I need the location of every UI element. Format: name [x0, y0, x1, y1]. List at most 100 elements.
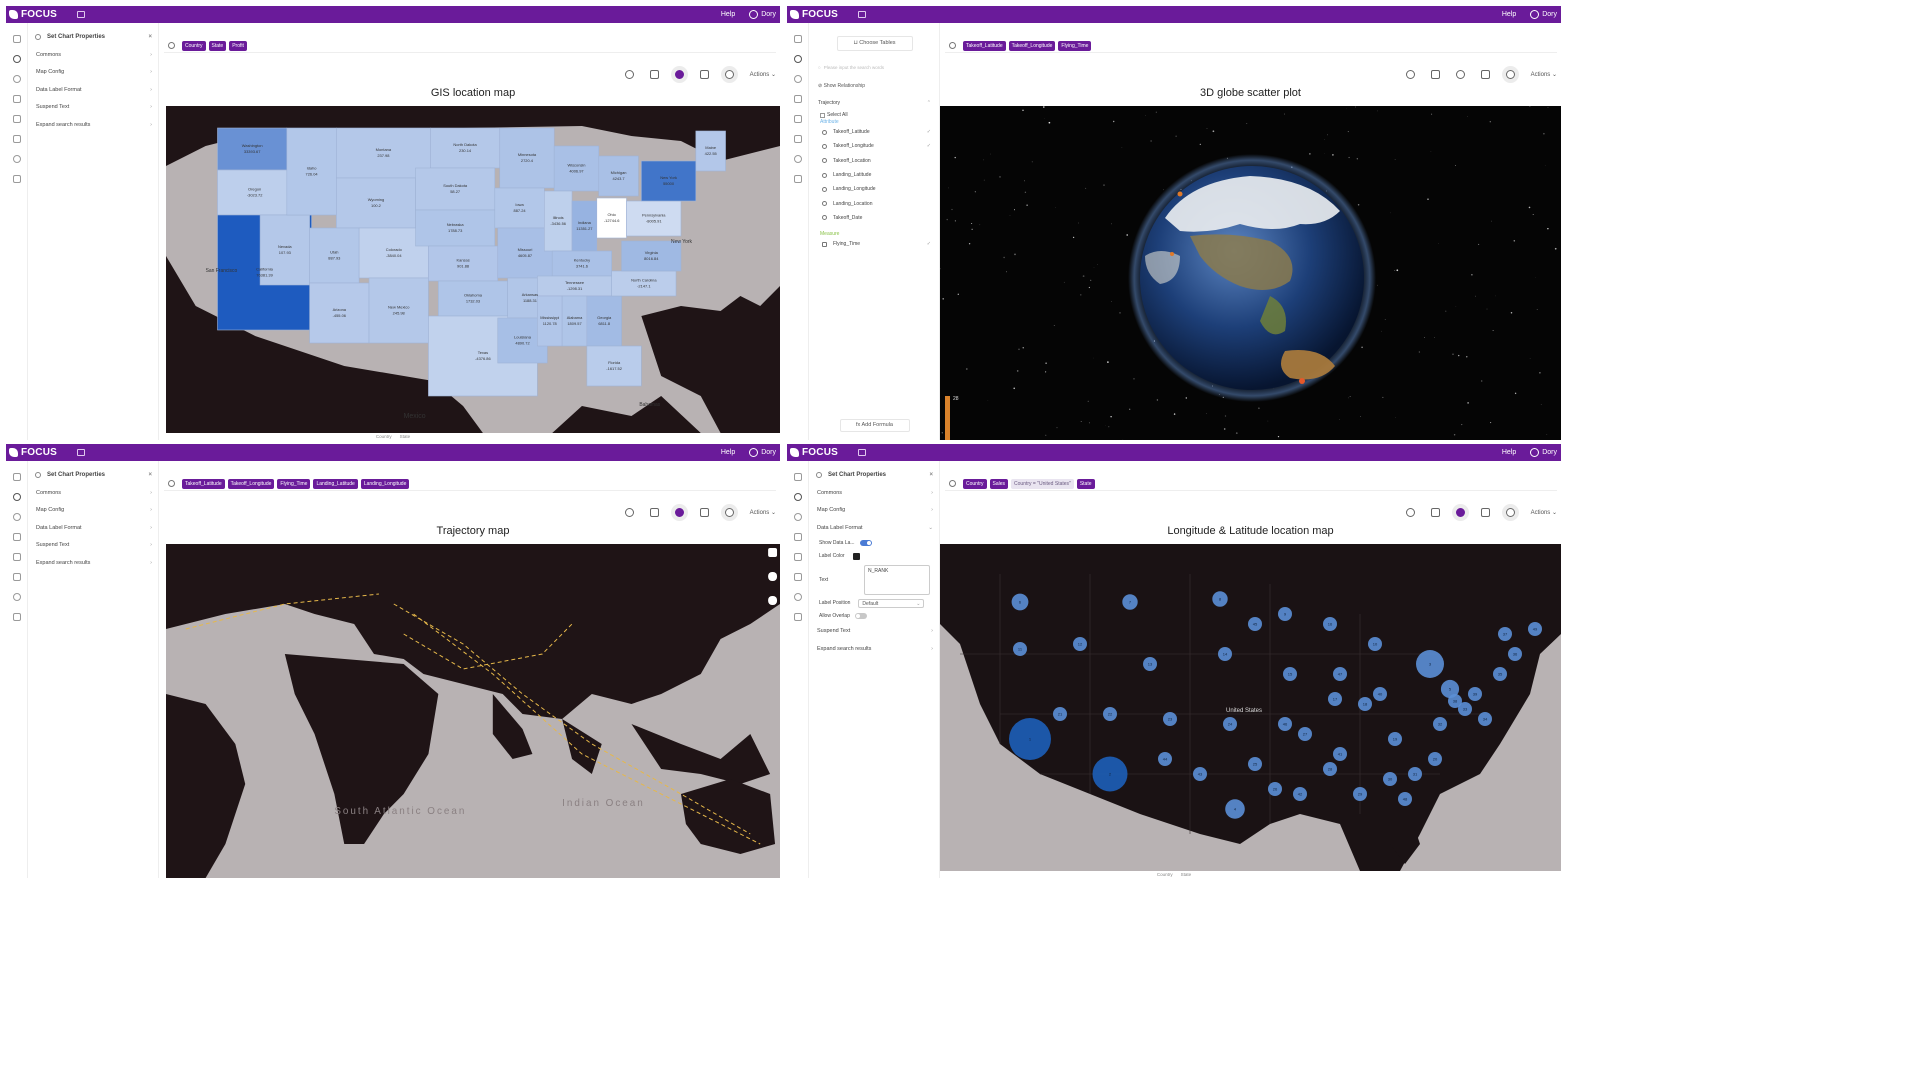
footer-dim[interactable]: Country [376, 434, 392, 439]
sidebar-item-map-config[interactable]: Map Config › [810, 502, 939, 520]
help-icon[interactable] [768, 596, 778, 605]
sidebar-item-suspend-text[interactable]: Suspend Text › [29, 99, 158, 117]
activity-icon[interactable] [12, 613, 21, 621]
user-menu[interactable]: Dory [749, 448, 776, 457]
sidebar-item-data-label-format[interactable]: Data Label Format › [29, 81, 158, 99]
comment-icon[interactable] [793, 135, 802, 143]
comment-icon[interactable] [12, 135, 21, 143]
footer-dim[interactable]: State [1181, 872, 1192, 877]
eye-icon[interactable] [12, 95, 21, 103]
scatter-point[interactable] [1299, 378, 1305, 384]
table-icon[interactable] [699, 508, 709, 517]
search-bar[interactable]: Country State Profit [164, 39, 776, 53]
footer-dim[interactable]: State [400, 434, 411, 439]
select-all-checkbox[interactable]: Select All [820, 112, 931, 118]
add-formula-button[interactable]: fx Add Formula [839, 419, 910, 432]
label-position-select[interactable]: Default ⌄ [858, 598, 925, 608]
comment-icon[interactable] [1405, 70, 1415, 79]
label-color-swatch[interactable] [852, 552, 860, 560]
gis-map[interactable]: Washington 33393.67 Oregon -3023.72 Californ… [166, 106, 780, 433]
comment-icon[interactable] [624, 508, 634, 517]
sidebar-item-commons[interactable]: Commons › [29, 484, 158, 502]
search-icon[interactable] [12, 55, 21, 63]
close-icon[interactable]: × [929, 472, 933, 478]
search-token[interactable]: Profit [229, 40, 247, 51]
workspace-icon[interactable] [858, 11, 866, 18]
user-menu[interactable]: Dory [1530, 10, 1557, 19]
gear-icon[interactable] [674, 70, 684, 79]
close-icon[interactable]: × [148, 472, 152, 478]
search-token[interactable]: Flying_Time [277, 478, 311, 489]
focus-logo[interactable]: FOCUS [9, 9, 57, 20]
table-icon[interactable] [1480, 70, 1490, 79]
footer-dim[interactable]: Country [1157, 872, 1173, 877]
sidebar-item-commons[interactable]: Commons › [29, 46, 158, 64]
user-icon[interactable] [12, 155, 21, 163]
eye-icon[interactable] [12, 533, 21, 541]
grid-icon[interactable] [793, 115, 802, 123]
field-item[interactable]: Flying_Time ✓ [822, 237, 931, 251]
home-icon[interactable] [12, 35, 21, 43]
sidebar-item-map-config[interactable]: Map Config › [29, 64, 158, 82]
search-token[interactable]: Flying_Time [1058, 40, 1092, 51]
search-token[interactable]: Sales [989, 478, 1009, 489]
field-search-input[interactable]: ○ Please input the search words [818, 63, 931, 72]
table-group[interactable]: Trajectory ⌃ [818, 100, 931, 106]
gear-icon[interactable] [1455, 508, 1465, 517]
scatter-point[interactable] [1170, 252, 1174, 256]
choose-tables-button[interactable]: ⊔ Choose Tables [836, 36, 913, 51]
grid-icon[interactable] [12, 115, 21, 123]
pin-icon[interactable] [649, 70, 659, 79]
gear-icon[interactable] [1455, 70, 1465, 79]
refresh-icon[interactable] [768, 572, 778, 581]
chart-switch-icon[interactable] [724, 508, 734, 517]
scatter-point[interactable] [1177, 191, 1183, 197]
home-icon[interactable] [793, 473, 802, 481]
gear-icon[interactable] [674, 508, 684, 517]
activity-icon[interactable] [12, 175, 21, 183]
sidebar-item-suspend-text[interactable]: Suspend Text › [810, 623, 939, 641]
grid-icon[interactable] [793, 553, 802, 561]
zoom-button[interactable] [768, 548, 778, 557]
home-icon[interactable] [793, 35, 802, 43]
actions-menu[interactable]: Actions ⌄ [750, 509, 776, 516]
workspace-icon[interactable] [858, 449, 866, 456]
allow-overlap-toggle[interactable] [854, 613, 867, 619]
search-icon[interactable] [12, 493, 21, 501]
grid-icon[interactable] [12, 553, 21, 561]
field-item[interactable]: Landing_Latitude [822, 168, 931, 182]
label-text-field[interactable]: N_RANK [864, 564, 930, 595]
search-token[interactable]: Takeoff_Longitude [1008, 40, 1056, 51]
show-relationship-link[interactable]: ⊘ Show Relationship [818, 83, 931, 89]
field-item[interactable]: Takeoff_Latitude ✓ [822, 125, 931, 139]
field-item[interactable]: Takeoff_Date [822, 211, 931, 225]
search-token[interactable]: State [1076, 478, 1095, 489]
field-item[interactable]: Landing_Location [822, 196, 931, 210]
user-icon[interactable] [793, 155, 802, 163]
comment-icon[interactable] [12, 573, 21, 581]
actions-menu[interactable]: Actions ⌄ [1531, 509, 1557, 516]
close-icon[interactable]: × [148, 34, 152, 40]
sidebar-item-expand-search[interactable]: Expand search results › [29, 554, 158, 572]
pin-icon[interactable] [1430, 508, 1440, 517]
comment-icon[interactable] [624, 70, 634, 79]
trajectory-map[interactable]: South Atlantic Ocean Indian Ocean [166, 544, 780, 878]
user-menu[interactable]: Dory [749, 10, 776, 19]
help-icon[interactable] [12, 75, 21, 83]
search-icon[interactable] [793, 55, 802, 63]
comment-icon[interactable] [1405, 508, 1415, 517]
show-data-label-toggle[interactable] [859, 540, 872, 546]
search-token[interactable]: Country [182, 40, 206, 51]
comment-icon[interactable] [793, 573, 802, 581]
pin-icon[interactable] [1430, 70, 1440, 79]
search-token[interactable]: Landing_Longitude [360, 478, 410, 489]
help-link[interactable]: Help [1502, 11, 1516, 18]
chart-switch-icon[interactable] [724, 70, 734, 79]
home-icon[interactable] [12, 473, 21, 481]
table-icon[interactable] [1480, 508, 1490, 517]
help-icon[interactable] [12, 513, 21, 521]
field-item[interactable]: Landing_Longitude [822, 182, 931, 196]
help-icon[interactable] [793, 513, 802, 521]
search-token[interactable]: Takeoff_Latitude [963, 40, 1006, 51]
sidebar-item-suspend-text[interactable]: Suspend Text › [29, 537, 158, 555]
